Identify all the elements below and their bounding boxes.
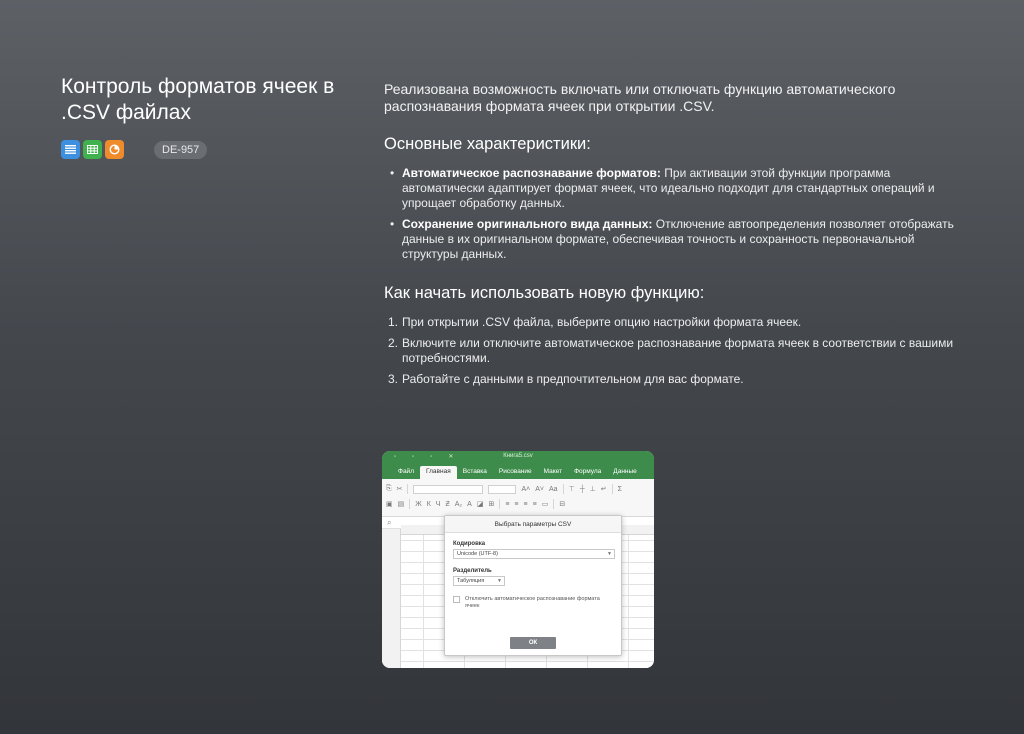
intro-text: Реализована возможность включать или отк… bbox=[384, 81, 896, 114]
delimiter-value: Табуляция bbox=[457, 578, 485, 584]
cut-icon[interactable]: ✂ bbox=[397, 485, 403, 493]
tab-formula[interactable]: Формула bbox=[568, 466, 607, 479]
chevron-down-icon: ▼ bbox=[607, 551, 612, 557]
ok-button[interactable]: ОК bbox=[510, 637, 556, 649]
bold-icon[interactable]: Ж bbox=[415, 501, 421, 508]
page-title: Контроль форматов ячеек в .CSV файлах bbox=[61, 75, 335, 124]
dialog-title: Выбрать параметры CSV bbox=[445, 516, 621, 533]
encoding-value: Unicode (UTF-8) bbox=[457, 551, 498, 557]
number-format-icon[interactable]: ⊟ bbox=[559, 500, 565, 508]
case-icon[interactable]: Aa bbox=[549, 486, 558, 493]
release-notes: Реализована возможность включать или отк… bbox=[384, 81, 959, 393]
spreadsheet-icon bbox=[83, 140, 102, 159]
window-title-bar: ▫▫▫✕ Книга5.csv bbox=[382, 451, 654, 464]
toolbar-row: ⎘ ✂ A˄ A˅ Aa ⊤ ┼ ⊥ ↵ Σ bbox=[386, 483, 622, 495]
underline-icon[interactable]: Ч bbox=[436, 501, 441, 508]
howto-heading: Как начать использовать новую функцию: bbox=[384, 284, 705, 302]
issue-badge: DE-957 bbox=[154, 140, 208, 159]
chevron-down-icon: ▼ bbox=[497, 578, 502, 584]
ribbon-toolbar: ⎘ ✂ A˄ A˅ Aa ⊤ ┼ ⊥ ↵ Σ ▣ ▤ Ж К Ч Ƶ A₂ A ◪ ⊞ ≡ ≡ ≡ ≡ ▭ ⊟ bbox=[382, 479, 654, 517]
delimiter-select[interactable]: Табуляция ▼ bbox=[453, 576, 505, 586]
ribbon-tabs: Файл Главная Вставка Рисование Макет Фор… bbox=[382, 464, 654, 479]
align-middle-icon[interactable]: ┼ bbox=[580, 486, 585, 493]
justify-icon[interactable]: ≡ bbox=[533, 501, 537, 508]
features-heading: Основные характеристики: bbox=[384, 135, 591, 153]
features-list: • Автоматическое распознавание форматов: … bbox=[384, 166, 959, 262]
font-grow-icon[interactable]: A˄ bbox=[521, 486, 530, 493]
feature-screenshot: ▫▫▫✕ Книга5.csv Файл Главная Вставка Рис… bbox=[382, 451, 654, 668]
step-text: При открытии .CSV файла, выберите опцию … bbox=[402, 315, 802, 329]
window-title: Книга5.csv bbox=[503, 453, 533, 459]
tab-insert[interactable]: Вставка bbox=[457, 466, 493, 479]
tab-data[interactable]: Данные bbox=[607, 466, 642, 479]
align-right-icon[interactable]: ≡ bbox=[524, 501, 528, 508]
sum-icon[interactable]: Σ bbox=[618, 486, 622, 493]
list-item: 3. Работайте с данными в предпочтительном… bbox=[388, 372, 744, 386]
tab-file[interactable]: Файл bbox=[392, 466, 420, 479]
badges-row: DE-957 bbox=[61, 140, 371, 159]
align-center-icon[interactable]: ≡ bbox=[514, 501, 518, 508]
format-painter-icon[interactable]: ▤ bbox=[398, 500, 405, 508]
feature-title: Автоматическое распознавание форматов: bbox=[402, 166, 661, 180]
list-item: • Автоматическое распознавание форматов: … bbox=[390, 166, 935, 210]
font-size-box[interactable] bbox=[488, 484, 517, 494]
copy-icon[interactable]: ⎘ bbox=[386, 485, 392, 493]
list-item: 2. Включите или отключите автоматическое … bbox=[388, 336, 954, 365]
font-shrink-icon[interactable]: A˅ bbox=[535, 486, 544, 493]
disable-autodetect-checkbox[interactable] bbox=[453, 596, 460, 603]
italic-icon[interactable]: К bbox=[427, 501, 431, 508]
align-top-icon[interactable]: ⊤ bbox=[569, 485, 575, 493]
encoding-select[interactable]: Unicode (UTF-8) ▼ bbox=[453, 549, 615, 559]
merge-icon[interactable]: ▭ bbox=[542, 500, 549, 508]
search-icon[interactable]: ⌕ bbox=[387, 518, 391, 528]
step-text: Работайте с данными в предпочтительном д… bbox=[402, 372, 744, 386]
step-text: Включите или отключите автоматическое ра… bbox=[402, 336, 954, 365]
fill-color-icon[interactable]: ◪ bbox=[477, 500, 484, 508]
font-color-icon[interactable]: A bbox=[467, 501, 472, 508]
document-icon bbox=[61, 140, 80, 159]
list-item: • Сохранение оригинального вида данных: О… bbox=[390, 217, 954, 261]
paste-icon[interactable]: ▣ bbox=[386, 500, 393, 508]
feature-title: Сохранение оригинального вида данных: bbox=[402, 217, 653, 231]
borders-icon[interactable]: ⊞ bbox=[488, 500, 494, 508]
presentation-icon bbox=[105, 140, 124, 159]
list-item: 1. При открытии .CSV файла, выберите опци… bbox=[388, 315, 802, 329]
subscript-icon[interactable]: A₂ bbox=[455, 501, 462, 508]
csv-options-dialog: Выбрать параметры CSV Кодировка Unicode … bbox=[444, 515, 622, 656]
align-bottom-icon[interactable]: ⊥ bbox=[590, 485, 596, 493]
toolbar-row: ▣ ▤ Ж К Ч Ƶ A₂ A ◪ ⊞ ≡ ≡ ≡ ≡ ▭ ⊟ bbox=[386, 498, 565, 510]
header-block: Контроль форматов ячеек в .CSV файлах DE… bbox=[61, 74, 371, 159]
tab-home[interactable]: Главная bbox=[419, 466, 457, 479]
tab-layout[interactable]: Макет bbox=[538, 466, 568, 479]
align-left-icon[interactable]: ≡ bbox=[505, 501, 509, 508]
tab-draw[interactable]: Рисование bbox=[493, 466, 538, 479]
wrap-icon[interactable]: ↵ bbox=[601, 485, 607, 493]
disable-autodetect-label[interactable]: Отключить автоматическое распознавание ф… bbox=[465, 596, 615, 610]
encoding-label: Кодировка bbox=[453, 541, 486, 547]
delimiter-label: Разделитель bbox=[453, 568, 492, 574]
row-headers bbox=[382, 529, 401, 668]
font-name-box[interactable] bbox=[413, 484, 484, 494]
steps-list: 1. При открытии .CSV файла, выберите опци… bbox=[384, 315, 959, 387]
strike-icon[interactable]: Ƶ bbox=[445, 501, 449, 508]
